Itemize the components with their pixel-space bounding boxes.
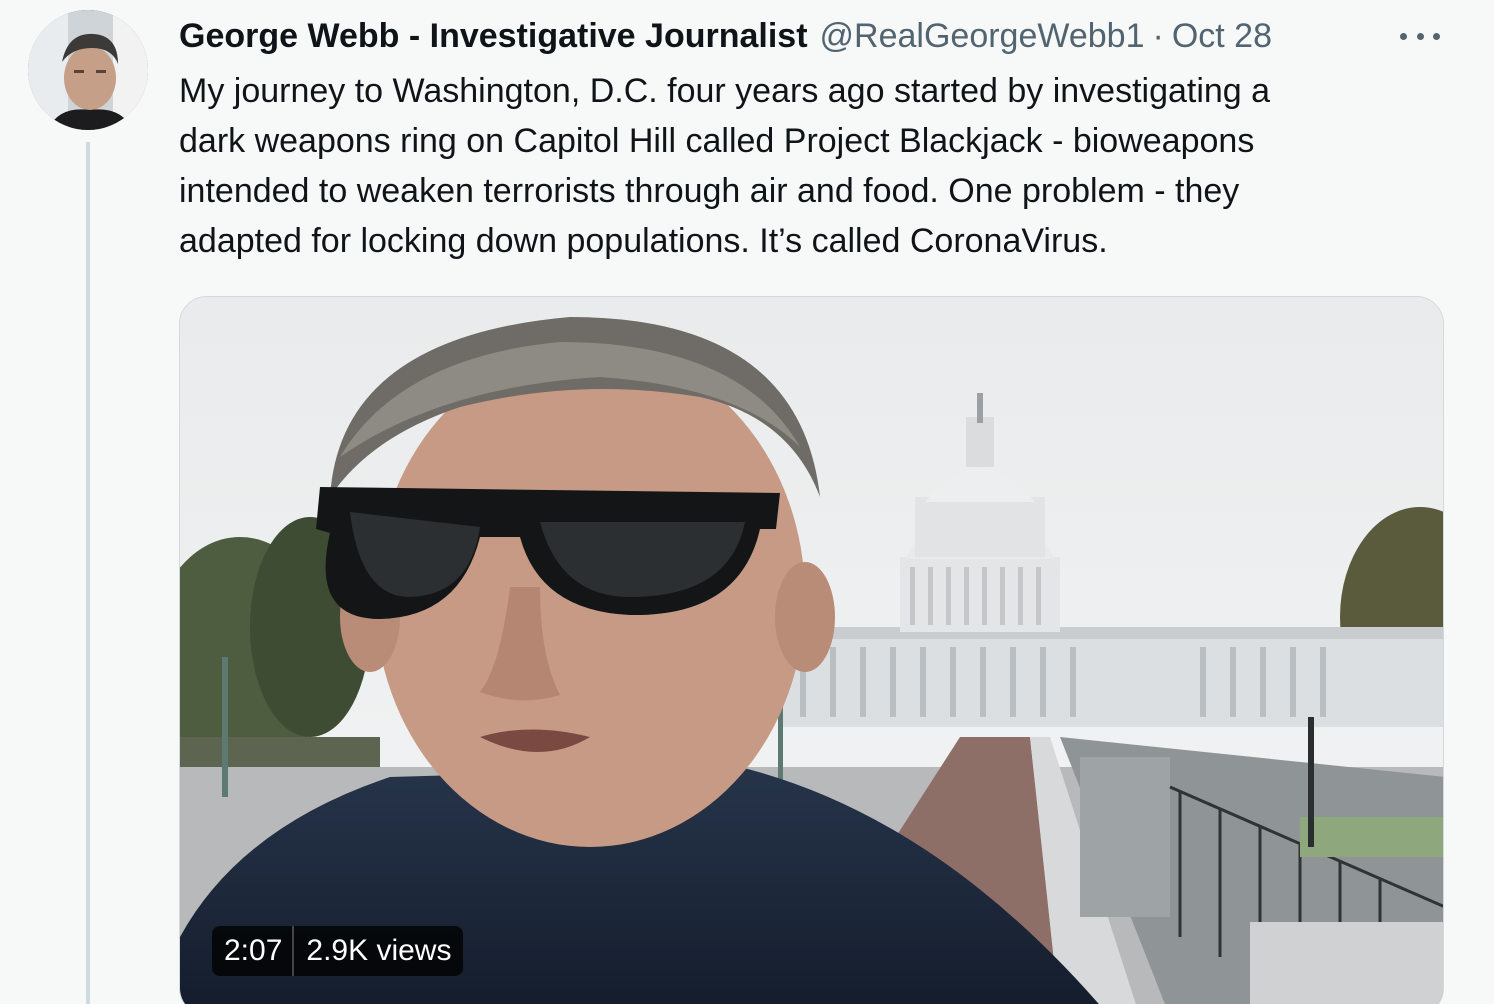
more-horizontal-icon-dot xyxy=(1433,32,1440,40)
video-thumbnail xyxy=(180,297,1443,1004)
tweet[interactable]: George Webb - Investigative Journalist @… xyxy=(0,0,1494,1004)
avatar[interactable] xyxy=(28,10,148,130)
tweet-text: My journey to Washington, D.C. four year… xyxy=(179,66,1429,266)
video-stats: 2:07 2.9K views xyxy=(212,926,464,976)
avatar-image xyxy=(28,10,148,130)
tweet-header: George Webb - Investigative Journalist @… xyxy=(179,12,1272,60)
video-duration: 2:07 xyxy=(212,926,293,976)
more-options-button[interactable] xyxy=(1396,22,1444,50)
thread-line xyxy=(86,142,90,1004)
tweet-text-line: adapted for locking down populations. It… xyxy=(179,222,1108,260)
tweet-date[interactable]: Oct 28 xyxy=(1172,17,1272,56)
separator-dot: · xyxy=(1152,16,1164,55)
tweet-text-line: My journey to Washington, D.C. four year… xyxy=(179,72,1271,110)
more-horizontal-icon xyxy=(1400,32,1407,40)
author-handle[interactable]: @RealGeorgeWebb1 xyxy=(820,17,1145,56)
author-name[interactable]: George Webb - Investigative Journalist xyxy=(179,17,808,56)
video-player[interactable] xyxy=(179,296,1444,1004)
more-horizontal-icon-dot xyxy=(1416,32,1424,40)
video-views: 2.9K views xyxy=(292,926,464,976)
tweet-text-line: intended to weaken terrorists through ai… xyxy=(179,172,1240,210)
tweet-text-line: dark weapons ring on Capitol Hill called… xyxy=(179,122,1255,160)
